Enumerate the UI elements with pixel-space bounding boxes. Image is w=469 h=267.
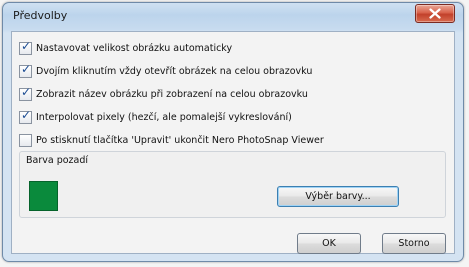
dialog-title: Předvolby: [13, 9, 68, 22]
auto-size-checkbox[interactable]: ✓: [19, 39, 32, 55]
option-label: Interpolovat pixely (hezčí, ale pomalejš…: [36, 112, 292, 123]
close-icon: [429, 8, 441, 19]
option-label: Po stisknutí tlačítka 'Upravit' ukončit …: [36, 135, 324, 146]
checkmark-icon: ✓: [21, 108, 32, 122]
close-button[interactable]: [415, 4, 455, 23]
option-label: Nastavovat velikost obrázku automaticky: [36, 43, 233, 54]
ok-button[interactable]: OK: [297, 233, 361, 254]
preferences-dialog: Předvolby ✓ Nastavovat velikost obrázku …: [2, 2, 464, 262]
checkmark-icon: ✓: [21, 39, 32, 53]
color-swatch: [29, 181, 58, 211]
interpolate-checkbox[interactable]: ✓: [19, 108, 32, 124]
choose-color-button[interactable]: Výběr barvy...: [277, 186, 399, 207]
option-label: Dvojím kliknutím vždy otevřít obrázek na…: [36, 66, 313, 77]
checkmark-icon: ✓: [21, 85, 32, 99]
background-color-label: Barva pozadí: [26, 155, 89, 166]
cancel-button[interactable]: Storno: [382, 233, 446, 254]
option-label: Zobrazit název obrázku při zobrazení na …: [36, 89, 308, 100]
background-color-group: Barva pozadí Výběr barvy...: [19, 151, 446, 218]
close-on-edit-checkbox[interactable]: [19, 134, 32, 147]
dialog-content: ✓ Nastavovat velikost obrázku automatick…: [11, 31, 455, 254]
show-name-checkbox[interactable]: ✓: [19, 85, 32, 101]
doubleclick-fullscreen-checkbox[interactable]: ✓: [19, 62, 32, 78]
checkmark-icon: ✓: [21, 62, 32, 76]
